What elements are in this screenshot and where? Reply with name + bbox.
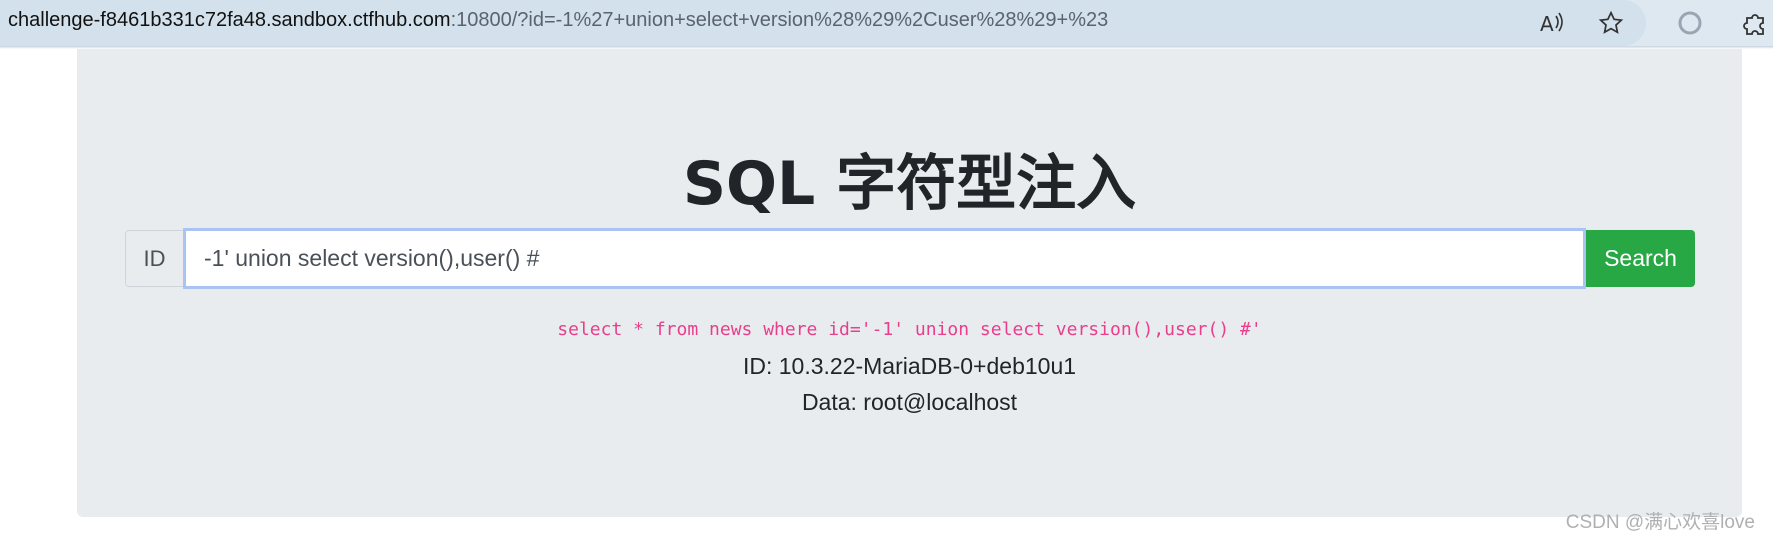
favorite-star-icon[interactable] <box>1596 8 1626 38</box>
url-text[interactable]: challenge-f8461b331c72fa48.sandbox.ctfhu… <box>8 9 1108 32</box>
id-addon-label: ID <box>125 230 184 287</box>
extensions-puzzle-icon[interactable] <box>1740 8 1770 38</box>
result-id: ID: 10.3.22-MariaDB-0+deb10u1 <box>742 353 1077 379</box>
page-title: SQL 字符型注入 <box>682 149 1137 219</box>
url-path: :10800/?id=-1%27+union+select+version%28… <box>450 9 1109 31</box>
id-input[interactable] <box>183 228 1586 289</box>
svg-text:A: A <box>1540 12 1554 36</box>
read-aloud-icon[interactable]: A <box>1536 8 1566 38</box>
browser-address-bar: challenge-f8461b331c72fa48.sandbox.ctfhu… <box>0 0 1773 46</box>
url-host: challenge-f8461b331c72fa48.sandbox.ctfhu… <box>8 9 451 31</box>
sql-query-text: select * from news where id='-1' union s… <box>557 319 1262 340</box>
jumbotron: SQL 字符型注入 ID Search select * from news w… <box>77 49 1742 517</box>
watermark: CSDN @满心欢喜love <box>1565 512 1755 533</box>
search-button[interactable]: Search <box>1586 230 1695 287</box>
result-data: Data: root@localhost <box>801 389 1018 415</box>
profile-circle-icon[interactable] <box>1675 8 1705 38</box>
url-field[interactable]: challenge-f8461b331c72fa48.sandbox.ctfhu… <box>0 0 1646 46</box>
search-input-group: ID Search <box>125 228 1695 289</box>
